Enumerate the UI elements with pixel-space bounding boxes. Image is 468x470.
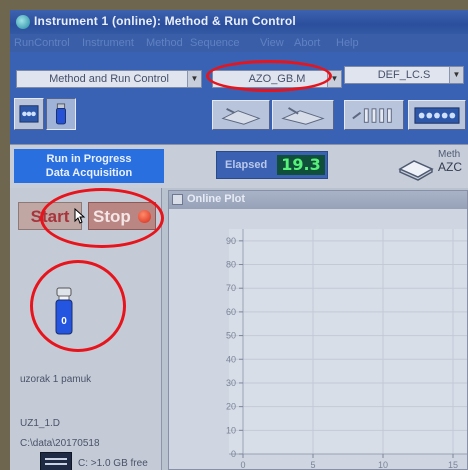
sample-name: uzorak 1 pamuk: [20, 374, 92, 385]
chevron-down-icon[interactable]: ▼: [449, 67, 463, 83]
close-icon[interactable]: [172, 194, 183, 205]
application-window: Instrument 1 (online): Method & Run Cont…: [10, 10, 468, 470]
sequence-load-button[interactable]: [344, 100, 404, 130]
y-tick-label: 10: [226, 425, 236, 435]
menu-abort[interactable]: Abort: [294, 37, 320, 49]
instrument-icon: [19, 105, 39, 123]
method-save-icon: [281, 107, 325, 125]
x-tick-label: 5: [310, 460, 315, 470]
menu-runcontrol[interactable]: RunControl: [14, 37, 70, 49]
elapsed-label: Elapsed: [225, 159, 268, 171]
elapsed-value: 19.3: [277, 155, 325, 175]
menu-view[interactable]: View: [260, 37, 284, 49]
y-tick-label: 30: [226, 378, 236, 388]
y-tick-label: 0: [231, 449, 236, 459]
x-tick-label: 10: [378, 460, 388, 470]
vial-icon: [55, 103, 66, 125]
view-select-value: Method and Run Control: [49, 73, 169, 85]
x-tick-label: 15: [448, 460, 458, 470]
view-select[interactable]: Method and Run Control ▼: [16, 70, 202, 88]
tray-icon: [414, 107, 460, 124]
photo-frame: Instrument 1 (online): Method & Run Cont…: [0, 0, 468, 470]
sequence-icon: [352, 108, 392, 123]
menu-instrument[interactable]: Instrument: [82, 37, 134, 49]
data-path: C:\data\20170518: [20, 438, 100, 449]
sequence-select-value: DEF_LC.S: [377, 69, 431, 81]
menu-bar: RunControl Instrument Method Sequence Vi…: [10, 34, 468, 52]
chevron-down-icon[interactable]: ▼: [327, 71, 341, 87]
sequence-tray-button[interactable]: [408, 100, 466, 130]
status-strip: Run in Progress Data Acquisition Elapsed…: [10, 144, 468, 188]
plot-title: Online Plot: [187, 193, 246, 205]
data-file-name: UZ1_1.D: [20, 418, 61, 429]
y-tick-label: 80: [226, 260, 236, 270]
mouse-cursor-icon: [74, 208, 86, 224]
menu-method[interactable]: Method: [146, 37, 183, 49]
disk-drive-icon: [40, 452, 72, 470]
instrument-view-button[interactable]: [14, 98, 44, 130]
menu-sequence[interactable]: Sequence: [190, 37, 240, 49]
method-save-button[interactable]: [272, 100, 334, 130]
y-tick-label: 70: [226, 283, 236, 293]
vial-icon[interactable]: [54, 286, 74, 336]
start-button[interactable]: Start: [18, 202, 82, 230]
y-tick-label: 50: [226, 331, 236, 341]
method-select-value: AZO_GB.M: [248, 73, 306, 85]
current-method: Meth AZC: [438, 149, 462, 173]
sequence-select[interactable]: DEF_LC.S ▼: [344, 66, 464, 84]
title-bar: Instrument 1 (online): Method & Run Cont…: [10, 10, 468, 34]
stop-indicator-icon: [138, 210, 151, 223]
plot-title-bar: Online Plot: [169, 191, 467, 209]
window-title: Instrument 1 (online): Method & Run Cont…: [34, 14, 296, 28]
toolbar: Method and Run Control ▼ AZO_GB.M ▼ DEF_…: [10, 52, 468, 144]
plot-area: 0 10 20 30 40 50 60 70 80 90 0 5 10 15: [226, 229, 467, 470]
y-tick-label: 40: [226, 354, 236, 364]
run-status-badge: Run in Progress Data Acquisition: [14, 149, 164, 183]
disk-free-space: C: >1.0 GB free: [78, 458, 148, 469]
method-select[interactable]: AZO_GB.M ▼: [212, 70, 342, 88]
method-load-button[interactable]: [212, 100, 270, 130]
method-name: AZC: [438, 160, 462, 174]
method-icon: [221, 107, 261, 125]
stop-button[interactable]: Stop: [88, 202, 156, 230]
run-status-line2: Data Acquisition: [45, 167, 133, 179]
y-tick-label: 20: [226, 402, 236, 412]
vial-number: 0: [61, 316, 67, 327]
run-status-line1: Run in Progress: [46, 153, 132, 165]
app-icon: [16, 15, 30, 29]
y-tick-label: 60: [226, 307, 236, 317]
sample-panel: Start Stop 0 uzorak 1 pamuk UZ1_1.D C:\d…: [10, 188, 162, 470]
menu-help[interactable]: Help: [336, 37, 359, 49]
sample-view-button[interactable]: [46, 98, 76, 130]
method-book-icon: [398, 160, 434, 181]
chevron-down-icon[interactable]: ▼: [187, 71, 201, 87]
plot-background: [229, 229, 467, 454]
x-tick-label: 0: [240, 460, 245, 470]
y-tick-label: 90: [226, 236, 236, 246]
elapsed-display: Elapsed 19.3: [216, 151, 328, 179]
stop-label: Stop: [93, 207, 131, 226]
online-plot-window: Online Plot 0 10 20 30 40 50 60 70 80 90 0 5 10 15: [168, 190, 468, 470]
